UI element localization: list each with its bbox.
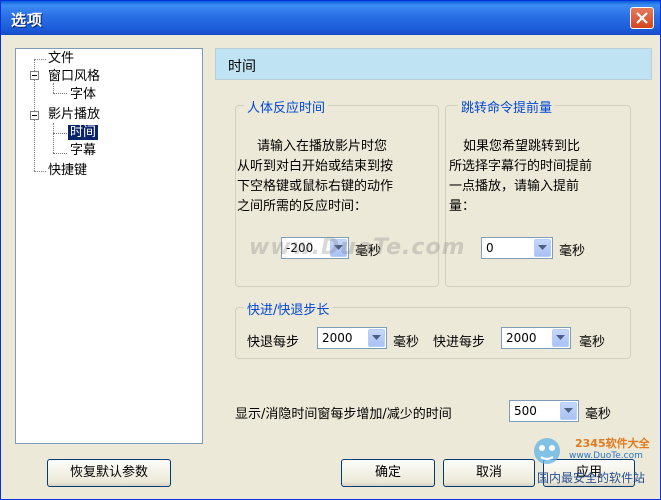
tree-item-shortcuts[interactable]: 快捷键 <box>48 163 87 179</box>
dropdown-arrow-icon[interactable] <box>560 402 577 420</box>
step-forward-select[interactable]: 2000 <box>501 327 571 349</box>
panel-title: 时间 <box>228 59 256 75</box>
center-watermark: www.DuoTe.com <box>249 235 466 260</box>
display-time-select[interactable]: 500 <box>509 400 579 422</box>
tree-connector <box>53 93 67 94</box>
step-legend: 快进/快退步长 <box>244 299 333 318</box>
jump-lead-select[interactable]: 0 <box>481 237 553 259</box>
jump-line-2: 所选择字幕行的时间提前 <box>449 159 593 174</box>
step-back-label: 快退每步 <box>247 335 300 350</box>
step-forward-label: 快进每步 <box>433 335 486 350</box>
tree-connector <box>34 171 46 172</box>
reset-defaults-button[interactable]: 恢复默认参数 <box>47 459 171 487</box>
jump-line-4: 量： <box>449 199 476 214</box>
tree-connector <box>53 133 67 134</box>
mascot-logo-icon <box>534 438 560 464</box>
collapse-icon[interactable] <box>30 71 39 80</box>
dropdown-arrow-icon[interactable] <box>368 329 385 347</box>
caption-watermark: 国内最安全的软件站 <box>537 471 646 485</box>
tree-connector <box>53 123 54 153</box>
close-icon <box>636 12 648 24</box>
tree-item-playback[interactable]: 影片播放 <box>48 107 100 123</box>
title-bar[interactable]: 选项 <box>1 1 660 35</box>
step-back-select[interactable]: 2000 <box>317 327 387 349</box>
options-dialog: 选项 文件 窗口风格 字体 影片播放 时间 字幕 快捷键 时间 人体反应时间 请… <box>0 0 661 500</box>
tree-item-subtitle[interactable]: 字幕 <box>70 143 96 159</box>
tree-item-time[interactable]: 时间 <box>68 125 99 141</box>
jump-lead-legend: 跳转命令提前量 <box>458 97 556 116</box>
jump-line-1: 如果您希望跳转到比 <box>463 139 581 154</box>
window-title: 选项 <box>11 11 44 29</box>
reaction-time-legend: 人体反应时间 <box>244 97 329 116</box>
ok-button[interactable]: 确定 <box>341 459 435 487</box>
tree-item-window-style[interactable]: 窗口风格 <box>48 69 100 85</box>
reaction-line-3: 下空格键或鼠标右键的动作 <box>237 179 394 194</box>
dropdown-arrow-icon[interactable] <box>534 239 551 257</box>
jump-line-3: 一点播放，请输入提前 <box>449 179 580 194</box>
cancel-button[interactable]: 取消 <box>443 459 535 487</box>
display-time-unit: 毫秒 <box>585 407 612 422</box>
jump-unit: 毫秒 <box>559 244 586 259</box>
tree-item-file[interactable]: 文件 <box>48 51 74 67</box>
brand-watermark: 2345软件大全 <box>575 437 650 450</box>
reaction-line-2: 从听到对白开始或结束到按 <box>237 159 394 174</box>
reaction-line-1: 请输入在播放影片时您 <box>257 139 388 154</box>
display-time-label: 显示/消隐时间窗每步增加/减少的时间 <box>235 407 452 422</box>
close-button[interactable] <box>630 7 654 29</box>
tree-item-font[interactable]: 字体 <box>70 87 96 103</box>
tree-connector <box>53 153 67 154</box>
site-watermark: www.DuoTe.com <box>569 451 643 461</box>
corner-watermark: 2345软件大全 www.DuoTe.com 国内最安全的软件站 <box>523 425 659 497</box>
tree-connector <box>34 59 46 60</box>
panel-header: 时间 <box>215 48 652 80</box>
options-tree[interactable]: 文件 窗口风格 字体 影片播放 时间 字幕 快捷键 <box>15 48 203 444</box>
dropdown-arrow-icon[interactable] <box>552 329 569 347</box>
step-back-unit: 毫秒 <box>393 335 420 350</box>
reaction-line-4: 之间所需的反应时间： <box>237 199 368 214</box>
step-forward-unit: 毫秒 <box>579 335 606 350</box>
collapse-icon[interactable] <box>30 111 39 120</box>
